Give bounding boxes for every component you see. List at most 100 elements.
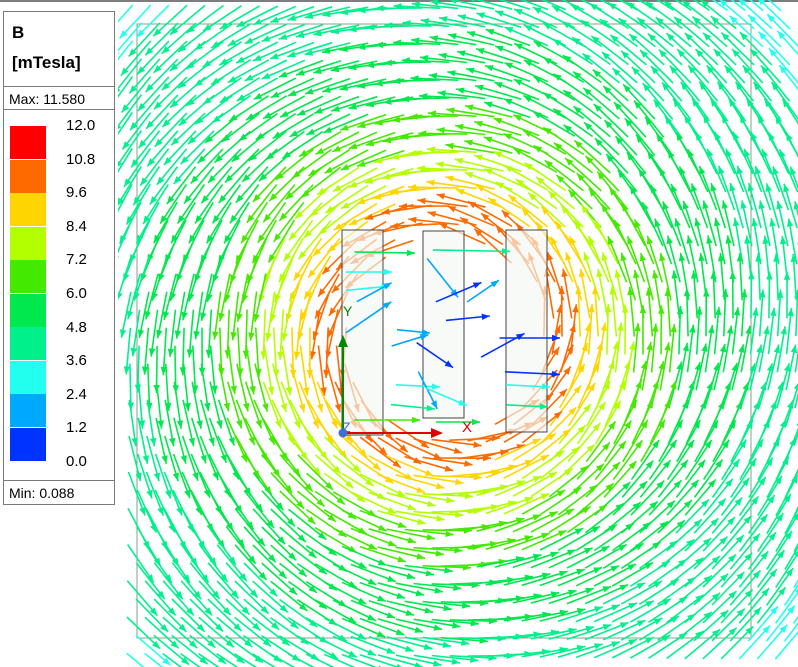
field-arrow-head (220, 454, 227, 463)
field-arrow-head (118, 292, 123, 300)
field-arrow-head (735, 401, 742, 410)
color-legend: B [mTesla] Max: 11.580 12.0 10.8 9.6 8.4 7.2… (3, 11, 115, 505)
field-arrow-head (397, 556, 406, 563)
field-arrow-head (783, 183, 790, 193)
field-arrow-head (533, 145, 543, 153)
field-arrow-head (608, 360, 615, 370)
field-arrow-head (532, 7, 542, 14)
field-arrow-head (729, 271, 736, 279)
field-arrow-head (646, 342, 653, 351)
field-arrow-head (766, 363, 774, 372)
field-arrow-head (793, 383, 798, 390)
field-arrow-head (196, 420, 203, 429)
field-arrow-head (634, 219, 641, 228)
conductor-bars (341, 229, 548, 436)
field-arrow-head (772, 166, 779, 175)
field-arrow-head (446, 107, 455, 114)
field-arrow-head (495, 10, 504, 17)
field-arrow-head (614, 219, 621, 229)
field-arrow-head (700, 400, 707, 410)
field-arrow-head (474, 154, 483, 161)
field-arrow-head (340, 202, 350, 209)
field-arrow-head (406, 249, 415, 257)
field-arrow-head (523, 95, 532, 103)
field-arrow-head (619, 584, 629, 591)
field-arrow-head (447, 206, 457, 213)
field-arrow-head (439, 16, 448, 23)
field-arrow-head (780, 419, 787, 428)
field-arrow-head (714, 131, 721, 141)
field-arrow-head (664, 400, 671, 409)
field-arrow-head (640, 360, 647, 370)
field-arrow-head (357, 632, 367, 640)
field-arrow-head (443, 604, 452, 612)
field-arrow-head (157, 507, 164, 516)
field-arrow-head (280, 110, 289, 118)
legend-tick-label: 1.2 (66, 419, 87, 437)
legend-swatch (10, 226, 46, 260)
field-arrow-head (694, 362, 701, 371)
field-arrow-head (485, 29, 495, 36)
field-arrow-head (724, 381, 731, 391)
field-arrow-head (576, 569, 585, 575)
field-arrow-head (375, 5, 384, 12)
field-arrow-shaft (144, 652, 164, 667)
field-arrow-head (447, 70, 456, 77)
field-arrow-head (556, 490, 566, 497)
field-arrow-head (218, 312, 225, 322)
field-arrow-head (169, 437, 176, 447)
field-arrow-head (555, 450, 565, 458)
field-arrow-head (494, 82, 503, 89)
field-arrow-head (768, 132, 775, 141)
field-arrow-head (514, 43, 523, 50)
legend-swatch (10, 360, 46, 394)
field-arrow-head (769, 218, 776, 227)
field-arrow-head (436, 515, 445, 522)
field-arrow-head (165, 489, 172, 499)
legend-tick-label: 6.0 (66, 285, 87, 302)
field-arrow-head (674, 218, 681, 227)
field-arrow-head (718, 165, 725, 175)
field-arrow-head (490, 280, 499, 288)
field-arrow-head (557, 530, 567, 537)
field-arrow-head (628, 602, 637, 609)
field-arrow-head (682, 200, 689, 210)
field-arrow-head (667, 149, 675, 159)
field-arrow-head (253, 54, 262, 61)
legend-tick-label: 12.0 (66, 117, 96, 134)
field-arrow-head (784, 363, 791, 372)
field-arrow-head (633, 269, 640, 279)
field-arrow-head (514, 9, 523, 16)
field-arrow-head (551, 236, 558, 246)
field-arrow-head (523, 25, 533, 32)
field-arrow-head (126, 310, 133, 320)
field-arrow-head (395, 628, 405, 635)
field-arrow-head (773, 253, 780, 262)
field-arrow-head (549, 511, 558, 518)
field-arrow-head (582, 506, 591, 514)
field-arrow-shaft (774, 630, 798, 660)
field-arrow-head (278, 71, 288, 78)
field-arrow-head (601, 546, 610, 553)
field-arrow-head (417, 518, 426, 525)
field-arrow-head (627, 236, 634, 245)
field-arrow-head (567, 549, 576, 556)
field-arrow-head (670, 380, 677, 390)
field-arrow-head (435, 161, 444, 168)
field-arrow-head (236, 419, 243, 429)
legend-title: B (12, 23, 25, 42)
field-arrow-head (762, 149, 768, 158)
field-arrow-head (472, 282, 482, 289)
field-arrow-head (565, 508, 575, 516)
field-arrow-head (731, 363, 738, 372)
field-arrow-head (600, 322, 608, 331)
field-arrow-head (733, 131, 740, 141)
field-arrow-head (212, 331, 219, 340)
field-arrow-head (678, 252, 686, 262)
field-arrow-head (376, 631, 386, 638)
field-arrow-head (547, 252, 554, 261)
field-arrow-head (416, 486, 425, 493)
field-arrow-head (283, 253, 291, 262)
field-arrow-head (417, 197, 426, 205)
field-arrow-head (466, 67, 475, 74)
